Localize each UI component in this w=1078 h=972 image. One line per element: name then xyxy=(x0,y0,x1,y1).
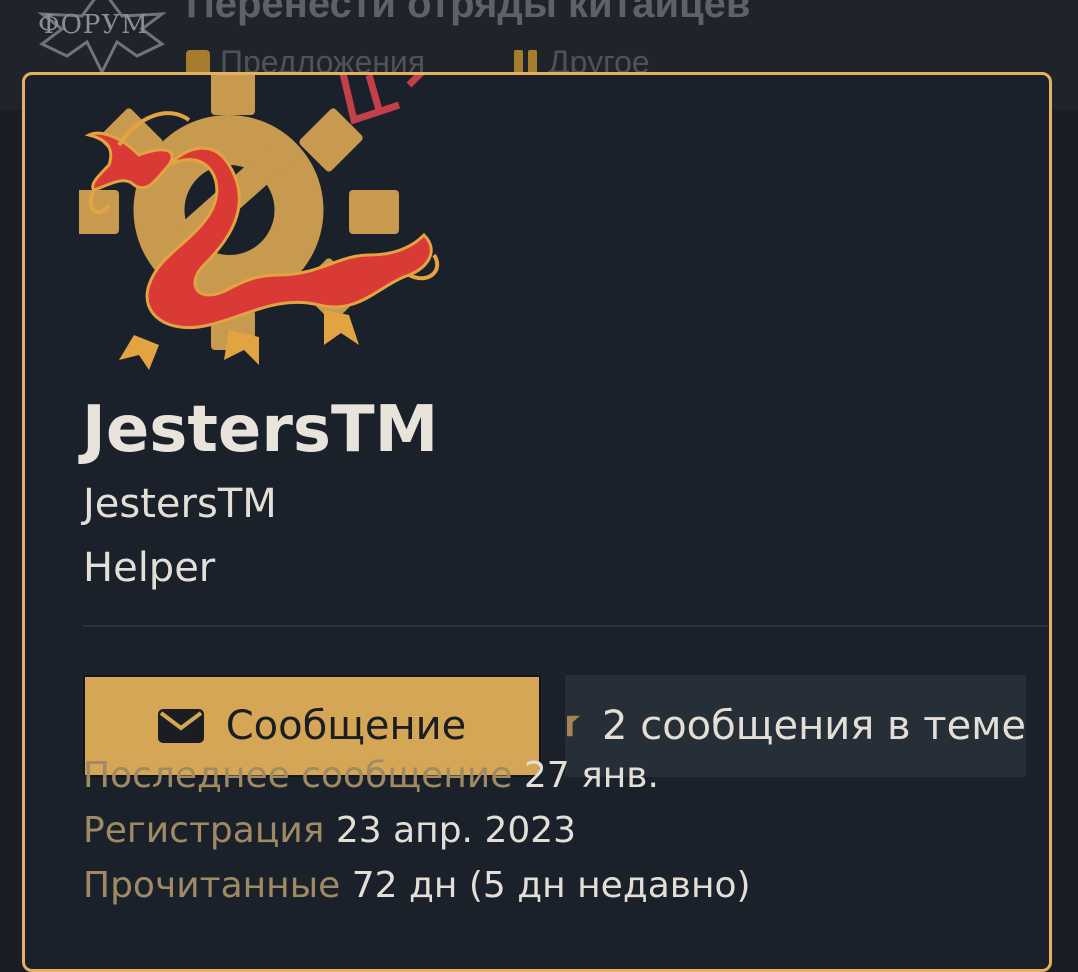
divider xyxy=(83,625,1048,627)
posts-flag-icon xyxy=(567,715,581,737)
thread-title: Перенести отряды китайцев xyxy=(186,0,751,26)
user-role: Helper xyxy=(83,545,216,591)
envelope-icon xyxy=(157,709,204,743)
message-button-label: Сообщение xyxy=(225,703,467,749)
dragon-gear-avatar[interactable] xyxy=(79,75,449,385)
info-value: 72 дн (5 дн недавно) xyxy=(351,865,751,906)
info-key: Регистрация xyxy=(83,810,325,851)
custom-title: JestersTM xyxy=(83,481,277,527)
member-tooltip: JestersTM JestersTM Helper Сообщение 2 с… xyxy=(22,72,1052,972)
info-read: Прочитанные 72 дн (5 дн недавно) xyxy=(83,865,751,906)
info-last-message: Последнее сообщение 27 янв. xyxy=(83,755,659,796)
info-registration: Регистрация 23 апр. 2023 xyxy=(83,810,576,851)
info-value: 23 апр. 2023 xyxy=(335,810,577,851)
username[interactable]: JestersTM xyxy=(82,393,438,467)
thread-posts-label: 2 сообщения в теме xyxy=(602,703,1026,749)
info-key: Последнее сообщение xyxy=(83,755,513,796)
info-key: Прочитанные xyxy=(83,865,341,906)
forum-logo-text: ФОРУМ xyxy=(38,10,149,40)
info-value: 27 янв. xyxy=(523,755,659,796)
